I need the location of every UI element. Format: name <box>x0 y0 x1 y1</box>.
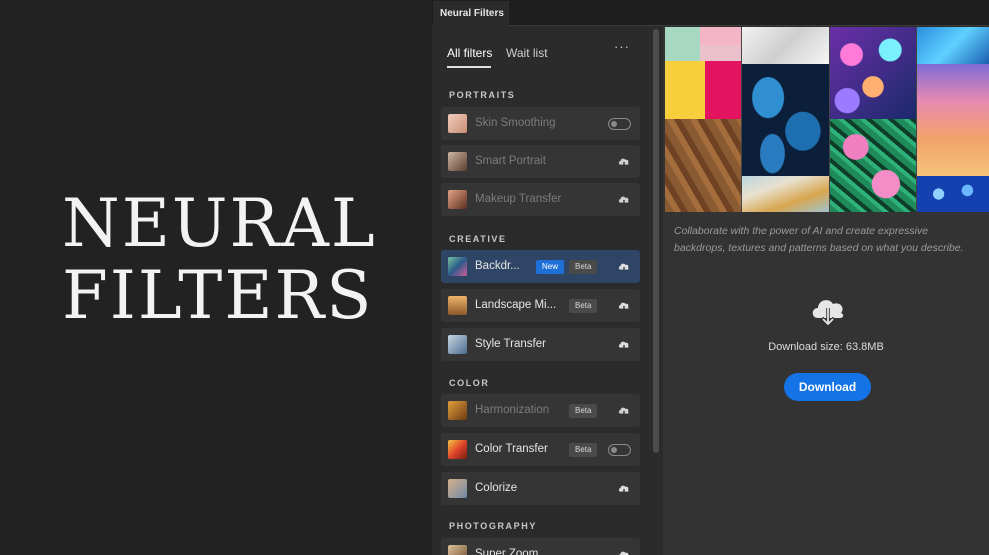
beta-badge: Beta <box>569 404 598 418</box>
preview-tile <box>742 27 829 64</box>
filter-label: Colorize <box>475 482 518 494</box>
hero-title: NEURAL FILTERS <box>62 188 377 332</box>
cloud-download-icon[interactable] <box>617 338 631 352</box>
filter-toggle[interactable] <box>608 444 631 456</box>
cloud-download-icon[interactable] <box>617 404 631 418</box>
cloud-download-icon[interactable] <box>617 299 631 313</box>
cloud-download-icon[interactable] <box>617 482 631 496</box>
skin-smoothing-thumbnail <box>448 114 467 133</box>
beta-badge: Beta <box>569 299 598 313</box>
cloud-download-icon[interactable] <box>617 260 631 274</box>
filters-sidebar: All filters Wait list ··· PORTRAITS Skin… <box>432 27 663 555</box>
preview-tile <box>705 61 741 119</box>
style-transfer-thumbnail <box>448 335 467 354</box>
preview-tile <box>830 27 916 119</box>
colorize-thumbnail <box>448 479 467 498</box>
filter-row-smart-portrait[interactable]: Smart Portrait <box>441 145 640 178</box>
cloud-download-icon <box>812 300 844 327</box>
download-size-text: Download size: 63.8MB <box>768 341 884 353</box>
filter-row-skin-smoothing[interactable]: Skin Smoothing <box>441 107 640 140</box>
new-badge: New <box>536 260 565 274</box>
hero-title-line-2: FILTERS <box>62 257 374 334</box>
hero-title-line-1: NEURAL <box>62 185 377 262</box>
filter-label: Smart Portrait <box>475 155 546 167</box>
preview-tile <box>700 27 741 45</box>
filter-row-makeup-transfer[interactable]: Makeup Transfer <box>441 183 640 216</box>
cloud-download-icon[interactable] <box>617 548 631 555</box>
filter-detail-pane: Collaborate with the power of AI and cre… <box>663 27 989 555</box>
filter-label: Makeup Transfer <box>475 193 562 205</box>
tab-wait-list[interactable]: Wait list <box>506 46 548 60</box>
section-creative: CREATIVE <box>449 234 507 244</box>
tab-all-filters[interactable]: All filters <box>447 46 492 60</box>
tab-neural-filters[interactable]: Neural Filters <box>433 1 509 26</box>
beta-badge: Beta <box>569 443 598 457</box>
harmonization-thumbnail <box>448 401 467 420</box>
filter-row-style-transfer[interactable]: Style Transfer <box>441 328 640 361</box>
filter-description: Collaborate with the power of AI and cre… <box>674 225 964 254</box>
preview-tile <box>665 27 700 61</box>
filter-label: Color Transfer <box>475 443 548 455</box>
filter-label: Style Transfer <box>475 338 546 350</box>
preview-tile <box>917 27 989 64</box>
active-tab-underline <box>447 66 491 68</box>
filter-label: Skin Smoothing <box>475 117 556 129</box>
sidebar-scrollbar[interactable] <box>652 27 660 555</box>
filter-label: Harmonization <box>475 404 550 416</box>
makeup-transfer-thumbnail <box>448 190 467 209</box>
beta-badge: Beta <box>569 260 598 274</box>
smart-portrait-thumbnail <box>448 152 467 171</box>
filter-label: Super Zoom <box>475 548 539 555</box>
filter-toggle[interactable] <box>608 118 631 130</box>
filter-row-color-transfer[interactable]: Color Transfer Beta <box>441 433 640 466</box>
super-zoom-thumbnail <box>448 545 467 555</box>
preview-tile <box>665 61 705 119</box>
backdrop-preview-collage <box>665 27 989 212</box>
preview-tile <box>830 119 916 212</box>
section-photography: PHOTOGRAPHY <box>449 521 537 531</box>
cloud-download-icon[interactable] <box>617 155 631 169</box>
preview-tile <box>917 64 989 176</box>
preview-tile <box>665 119 741 212</box>
preview-tile <box>917 176 989 212</box>
filter-label: Backdr... <box>475 260 520 272</box>
filter-row-colorize[interactable]: Colorize <box>441 472 640 505</box>
filter-row-harmonization[interactable]: Harmonization Beta <box>441 394 640 427</box>
filter-row-landscape-mixer[interactable]: Landscape Mi... Beta <box>441 289 640 322</box>
more-options-button[interactable]: ··· <box>614 39 630 54</box>
preview-tile <box>742 176 829 212</box>
color-transfer-thumbnail <box>448 440 467 459</box>
preview-tile <box>742 64 829 176</box>
filter-row-backdrop[interactable]: Backdr... New Beta <box>441 250 640 283</box>
section-color: COLOR <box>449 378 490 388</box>
scrollbar-thumb[interactable] <box>653 29 659 453</box>
window-tab-bar: Neural Filters <box>432 0 989 26</box>
hero-panel: NEURAL FILTERS <box>0 0 432 555</box>
landscape-mixer-thumbnail <box>448 296 467 315</box>
neural-filters-window: Neural Filters All filters Wait list ···… <box>432 0 989 555</box>
cloud-download-icon[interactable] <box>617 193 631 207</box>
filter-row-super-zoom[interactable]: Super Zoom <box>441 538 640 555</box>
section-portraits: PORTRAITS <box>449 90 516 100</box>
filter-label: Landscape Mi... <box>475 299 557 311</box>
preview-tile <box>700 45 741 61</box>
backdrop-thumbnail <box>448 257 467 276</box>
download-button[interactable]: Download <box>784 373 871 401</box>
